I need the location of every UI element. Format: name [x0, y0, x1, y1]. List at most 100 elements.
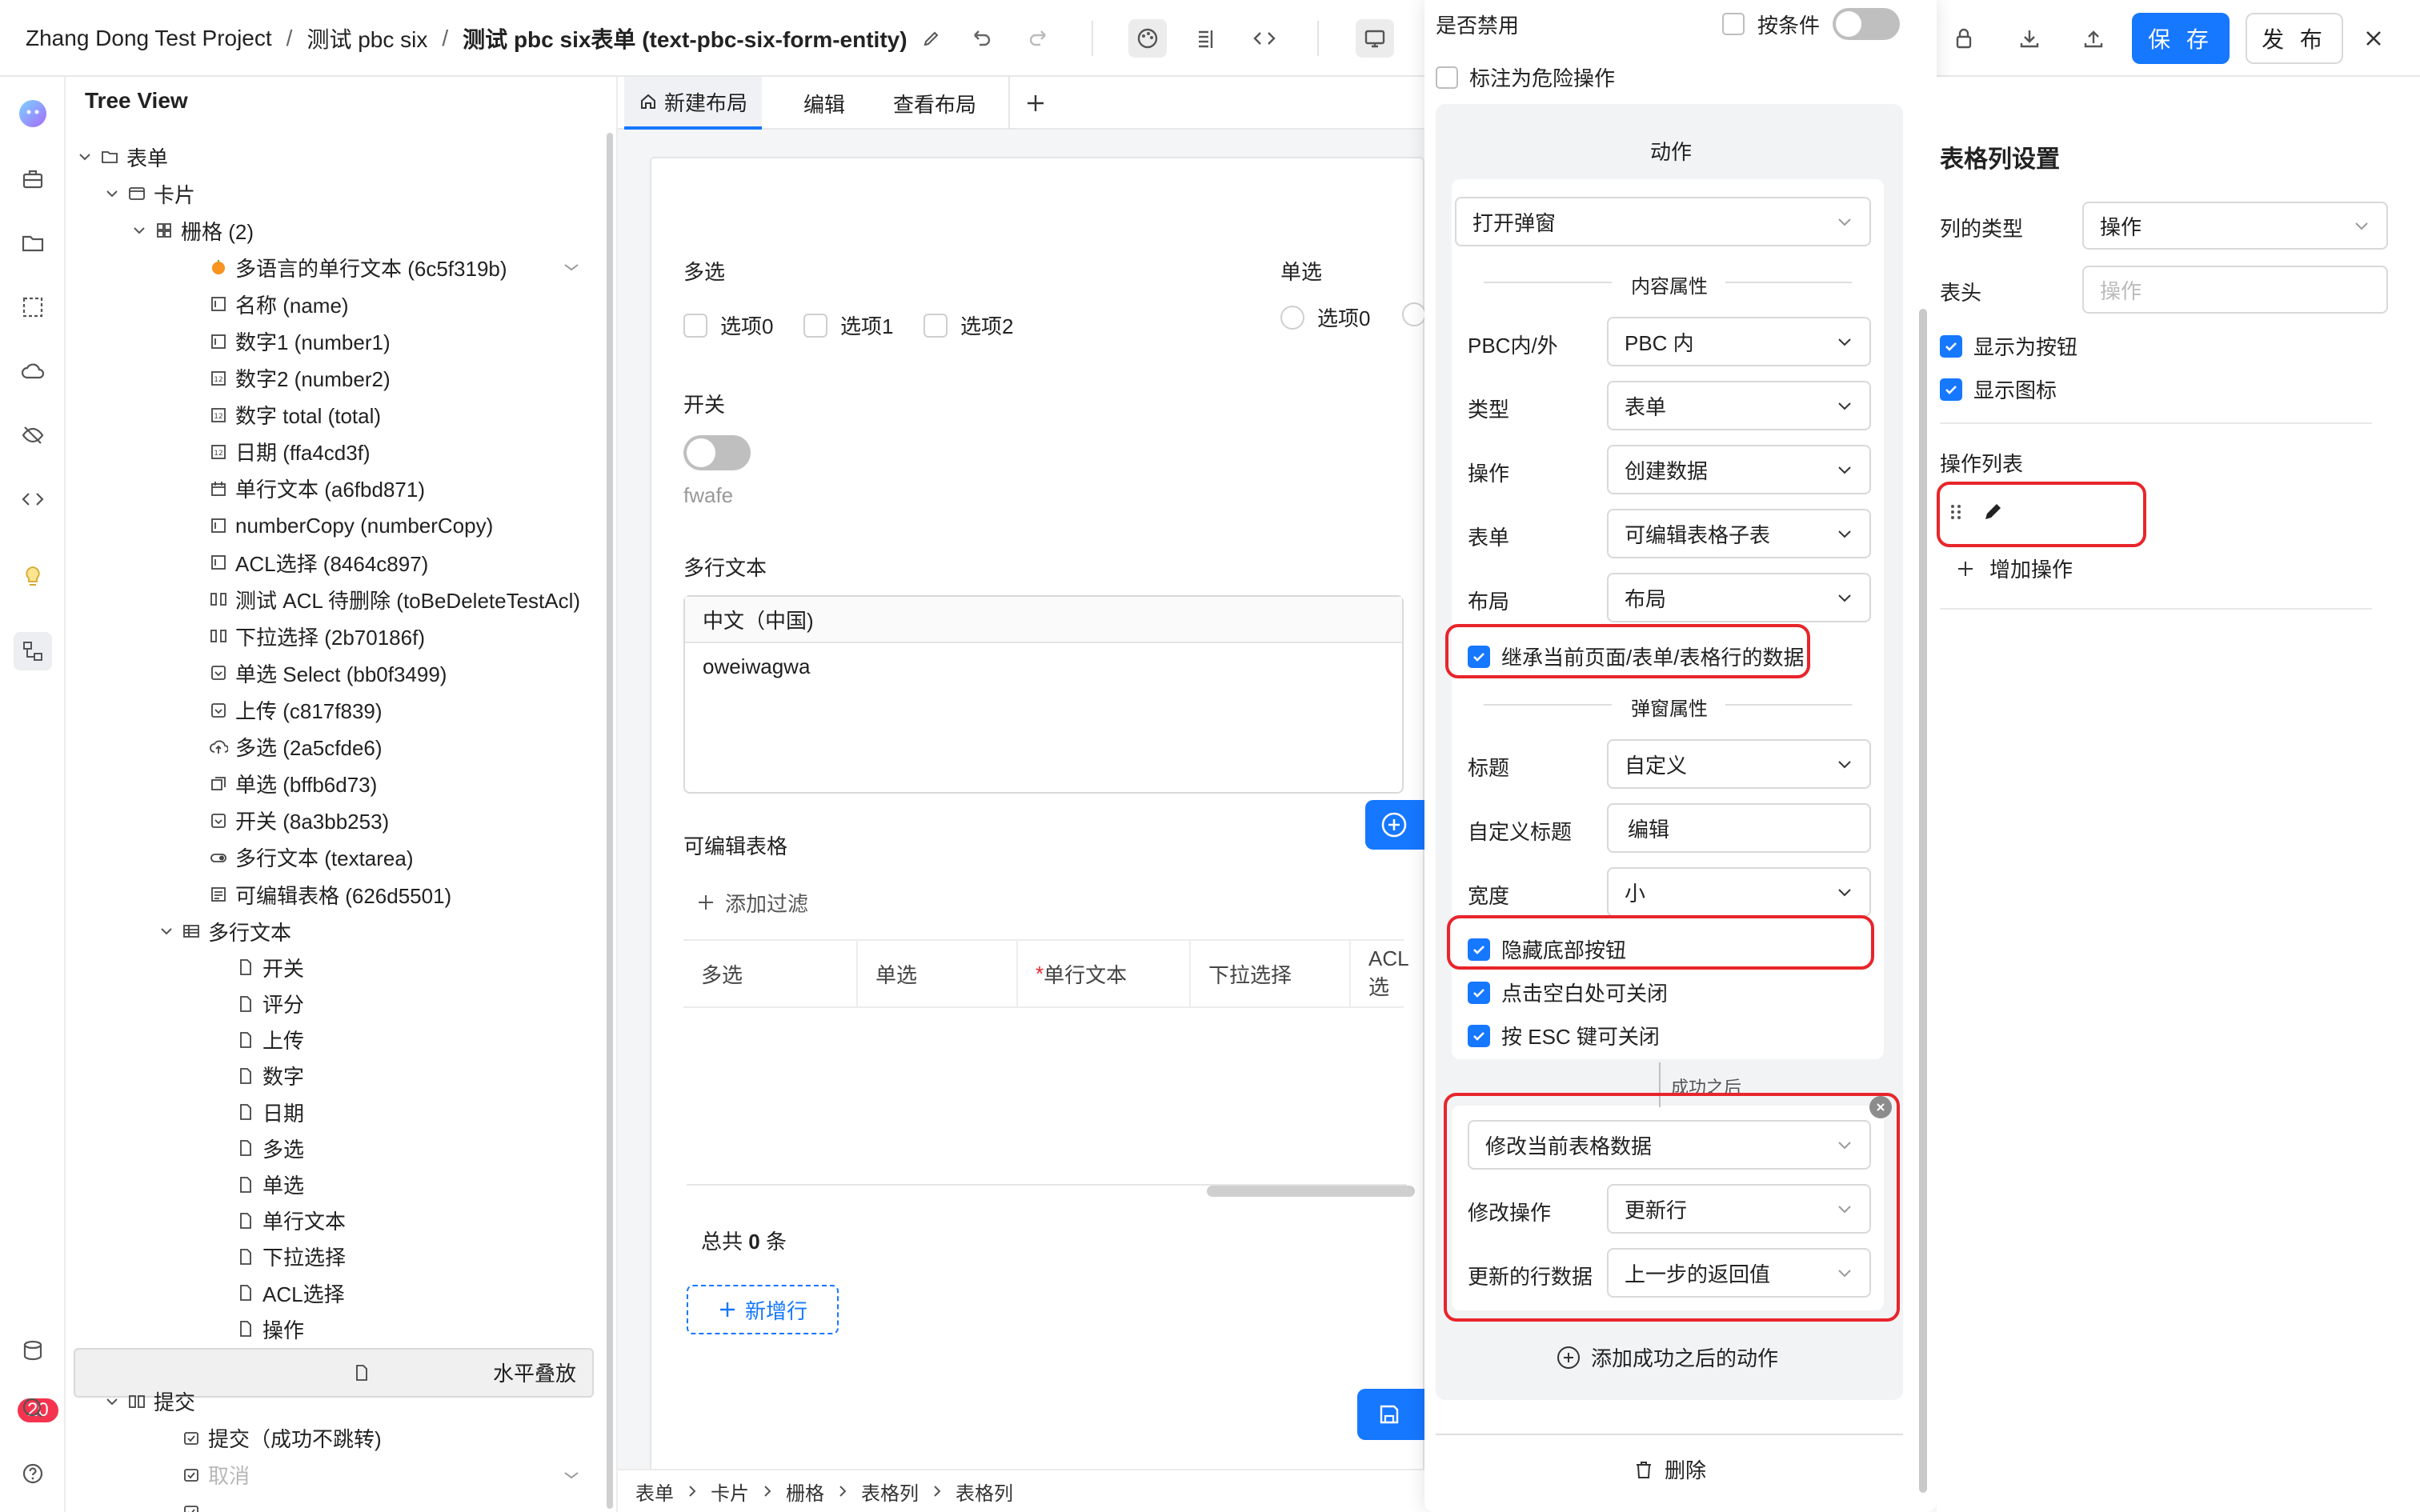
radio[interactable]	[1402, 302, 1426, 326]
code-icon[interactable]	[1245, 19, 1284, 58]
tree-node[interactable]: 下拉选择 (2b70186f)	[182, 618, 425, 654]
tree-node[interactable]: 多语言的单行文本 (6c5f319b)	[182, 250, 507, 285]
path-crumb[interactable]: 卡片	[711, 1478, 749, 1506]
tree-node[interactable]: 提交	[101, 1384, 195, 1419]
tree-node[interactable]: 开关	[210, 950, 304, 985]
table-header-cell[interactable]: 下拉选择	[1191, 939, 1351, 1008]
checkbox[interactable]	[803, 313, 827, 338]
show-icon-option[interactable]: 显示图标	[1940, 374, 2057, 404]
show-as-button-checkbox[interactable]	[1940, 334, 1962, 358]
form-select[interactable]: 可编辑表格子表	[1607, 509, 1871, 558]
edit-pencil-icon[interactable]	[922, 29, 941, 48]
tree-view-icon[interactable]	[14, 632, 52, 670]
operation-select[interactable]: 创建数据	[1607, 445, 1871, 494]
tab-edit[interactable]: 编辑	[789, 77, 859, 130]
tree-node[interactable]: ACL选择 (8464c897)	[182, 545, 428, 580]
chevron-down-icon[interactable]	[74, 149, 96, 165]
folder-icon[interactable]	[14, 224, 52, 262]
tree-node[interactable]: 上传	[210, 1022, 304, 1058]
upload-icon[interactable]	[2074, 19, 2113, 58]
tree-node[interactable]: 可编辑表格 (626d5501)	[182, 877, 451, 912]
show-as-button-option[interactable]: 显示为按钮	[1940, 331, 2077, 361]
chevron-down-icon[interactable]	[101, 1394, 123, 1410]
tree-node[interactable]: 下拉选择	[210, 1239, 346, 1274]
tree-node[interactable]: 12 日期 (ffa4cd3f)	[182, 434, 371, 470]
modal-title-select[interactable]: 自定义	[1607, 739, 1871, 789]
multi-option-0[interactable]: 选项0	[683, 310, 773, 340]
esc-close-option[interactable]: 按 ESC 键可关闭	[1468, 1021, 1660, 1050]
hidden-eye-icon[interactable]	[14, 416, 52, 454]
theme-palette-icon[interactable]	[1128, 19, 1167, 58]
database-icon[interactable]	[14, 1331, 52, 1370]
tree-node[interactable]: 数字	[210, 1058, 304, 1094]
tree-node[interactable]: 开关 (8a3bb253)	[182, 803, 389, 838]
tree-node[interactable]: 上传 (c817f839)	[182, 693, 383, 728]
chevron-down-icon[interactable]	[101, 186, 123, 202]
textarea-language[interactable]: 中文（中国)	[685, 597, 1402, 643]
tree-node[interactable]: 栅格 (2)	[128, 213, 254, 248]
header-input[interactable]: 操作	[2082, 266, 2388, 314]
publish-button[interactable]: 发 布	[2246, 13, 2343, 64]
danger-checkbox[interactable]	[1436, 66, 1458, 89]
download-icon[interactable]	[2010, 19, 2049, 58]
checkbox[interactable]	[924, 313, 948, 338]
ai-assistant-icon[interactable]	[14, 94, 52, 133]
tab-new-layout[interactable]: 新建布局	[624, 77, 763, 130]
custom-title-input[interactable]: 编辑	[1607, 803, 1871, 853]
conditional-switch[interactable]	[1833, 8, 1901, 40]
add-action-button[interactable]	[1365, 800, 1424, 850]
close-icon[interactable]	[2354, 19, 2393, 58]
tree-node[interactable]: 单选 Select (bb0f3499)	[182, 655, 447, 690]
table-header-cell[interactable]: 多选	[683, 939, 858, 1008]
lightbulb-icon[interactable]	[14, 557, 52, 595]
breadcrumb-app[interactable]: 测试 pbc six	[307, 22, 427, 54]
tree-node[interactable]: 单选 (bffb6d73)	[182, 766, 377, 802]
tree-node[interactable]: numberCopy (numberCopy)	[182, 508, 493, 543]
danger-option[interactable]: 标注为危险操作	[1436, 62, 1615, 92]
collapse-chevron-icon[interactable]	[562, 258, 581, 277]
search-check-icon[interactable]	[14, 1389, 52, 1427]
table-horizontal-scrollbar[interactable]	[1207, 1186, 1415, 1197]
tree-node[interactable]: 多选 (2a5cfde6)	[182, 730, 383, 765]
code-icon[interactable]	[14, 480, 52, 518]
tree-node[interactable]: 表单	[74, 139, 168, 174]
width-select[interactable]: 小	[1607, 867, 1871, 917]
add-operation-button[interactable]: 增加操作	[1956, 554, 2073, 583]
desktop-preview-icon[interactable]	[1356, 19, 1394, 58]
save-button[interactable]: 保 存	[2132, 13, 2230, 64]
collapse-chevron-icon[interactable]	[562, 1466, 581, 1485]
table-header-cell[interactable]: ACL选	[1351, 939, 1409, 1008]
tree-node[interactable]: 单行文本 (a6fbd871)	[182, 471, 425, 506]
table-header-cell[interactable]: 单选	[858, 939, 1018, 1008]
textarea-field[interactable]: 中文（中国) oweiwagwa	[683, 595, 1404, 794]
show-icon-checkbox[interactable]	[1940, 378, 1962, 401]
tree-node[interactable]: 卡片	[101, 176, 195, 211]
tree-node[interactable]: 12 数字 total (total)	[182, 398, 381, 433]
tree-node[interactable]	[155, 1494, 208, 1512]
delete-action-button[interactable]: 删除	[1633, 1454, 1706, 1484]
add-tab-icon[interactable]	[1008, 77, 1061, 130]
lock-icon[interactable]	[1945, 19, 1983, 58]
multi-option-2[interactable]: 选项2	[924, 310, 1013, 340]
add-after-action-button[interactable]: 添加成功之后的动作	[1556, 1342, 1778, 1372]
tree-node[interactable]: 评分	[210, 986, 304, 1022]
layout-settings-icon[interactable]	[1188, 19, 1226, 58]
tree-node[interactable]: 提交（成功不跳转)	[155, 1421, 382, 1456]
tree-node[interactable]: 操作	[210, 1311, 304, 1346]
help-icon[interactable]	[14, 1454, 52, 1493]
tab-view-layout[interactable]: 查看布局	[879, 77, 991, 130]
pbc-select[interactable]: PBC 内	[1607, 317, 1871, 366]
layout-select[interactable]: 布局	[1607, 573, 1871, 622]
tree-node[interactable]: 多行文本 (textarea)	[182, 840, 414, 875]
undo-icon[interactable]	[962, 19, 1000, 58]
tree-node[interactable]: 取消	[155, 1458, 250, 1493]
remove-action-icon[interactable]	[1869, 1096, 1892, 1118]
click-close-checkbox[interactable]	[1468, 981, 1490, 1004]
path-crumb[interactable]: 表格列	[956, 1478, 1013, 1506]
tree-node[interactable]: 日期	[210, 1094, 304, 1130]
add-row-button[interactable]: 新增行	[687, 1285, 839, 1334]
table-header-cell-required[interactable]: * 单行文本	[1018, 939, 1191, 1008]
path-crumb[interactable]: 栅格	[786, 1478, 824, 1506]
conditional-checkbox[interactable]	[1722, 13, 1745, 35]
toolbox-icon[interactable]	[14, 160, 52, 198]
